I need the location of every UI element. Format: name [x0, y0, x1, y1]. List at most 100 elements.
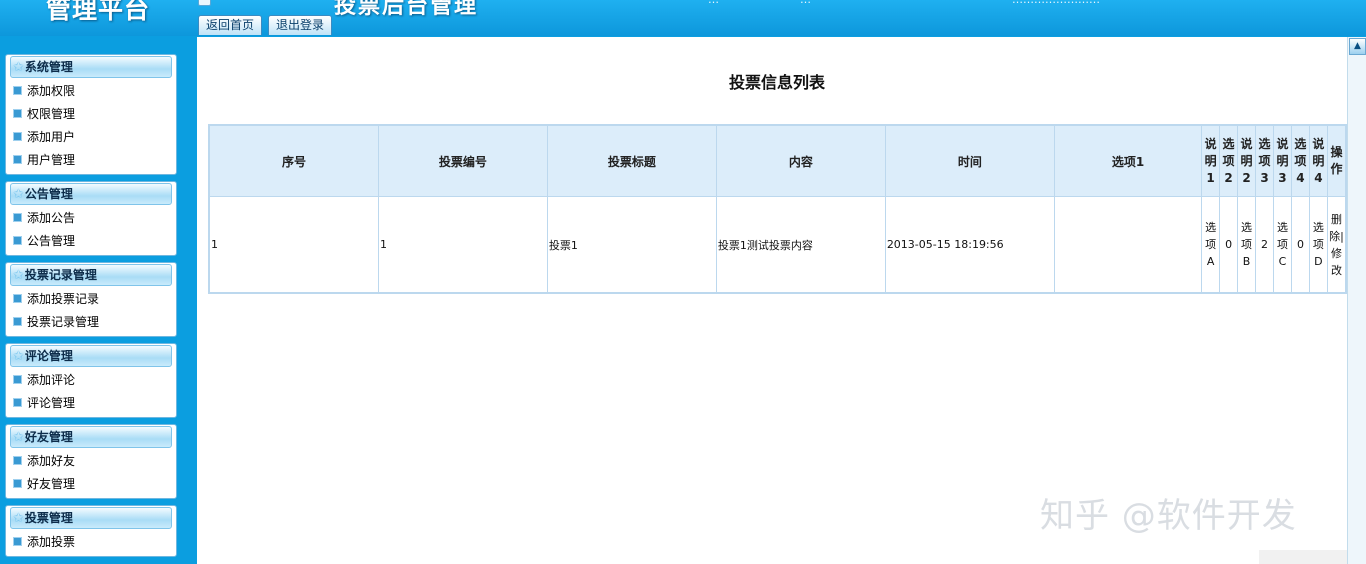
header-checkbox-icon — [198, 0, 211, 6]
cell-content: 投票1测试投票内容 — [715, 196, 886, 294]
star-icon: ✩ — [13, 511, 24, 526]
main-content: 投票信息列表 序号 投票编号 投票标题 内容 时间 选项1 说明1 选项2 说明… — [197, 37, 1347, 564]
col-header-content: 内容 — [715, 124, 886, 197]
menu-group-vote: ✩投票管理 添加投票 — [5, 505, 177, 557]
cell-time: 2013-05-15 18:19:56 — [884, 196, 1056, 294]
vertical-scrollbar[interactable]: ▲ — [1347, 37, 1366, 564]
bullet-icon — [13, 236, 22, 245]
menu-group-system: ✩系统管理 添加权限 权限管理 添加用户 用户管理 — [5, 54, 177, 175]
cell-option2: 0 — [1219, 196, 1239, 294]
menu-head-notice[interactable]: ✩公告管理 — [10, 183, 172, 205]
menu-item-label: 评论管理 — [27, 396, 76, 410]
menu-item-vote-record-manage[interactable]: 投票记录管理 — [6, 311, 176, 334]
col-header-option2: 选项2 — [1219, 124, 1239, 197]
edit-link[interactable]: 修改 — [1331, 247, 1342, 277]
table-header-row: 序号 投票编号 投票标题 内容 时间 选项1 说明1 选项2 说明2 选项3 说… — [208, 124, 1347, 197]
page-title: 投票信息列表 — [728, 73, 825, 92]
bullet-icon — [13, 86, 22, 95]
bullet-icon — [13, 294, 22, 303]
menu-head-vote[interactable]: ✩投票管理 — [10, 507, 172, 529]
col-header-desc4: 说明4 — [1308, 124, 1328, 197]
col-header-desc3: 说明3 — [1272, 124, 1292, 197]
menu-item-label: 添加投票记录 — [27, 292, 100, 306]
col-header-option1: 选项1 — [1054, 124, 1203, 197]
menu-head-label: 投票管理 — [24, 511, 73, 525]
menu-item-label: 好友管理 — [27, 477, 76, 491]
col-header-vote-no: 投票编号 — [377, 124, 548, 197]
bullet-icon — [13, 155, 22, 164]
system-title: 投票后台管理 — [334, 0, 479, 19]
menu-item-label: 用户管理 — [27, 153, 76, 167]
menu-item-comment-manage[interactable]: 评论管理 — [6, 392, 176, 415]
menu-group-vote-record: ✩投票记录管理 添加投票记录 投票记录管理 — [5, 262, 177, 337]
bullet-icon — [13, 317, 22, 326]
cell-desc4: 选项D — [1308, 196, 1328, 294]
sidebar: ✩系统管理 添加权限 权限管理 添加用户 用户管理 ✩公告管理 添加公告 公告管… — [5, 54, 177, 563]
menu-item-add-vote-record[interactable]: 添加投票记录 — [6, 288, 176, 311]
menu-item-label: 添加好友 — [27, 454, 76, 468]
col-header-vote-title: 投票标题 — [546, 124, 717, 197]
cell-desc1: 选项A — [1201, 196, 1221, 294]
platform-logo: 管理平台 — [46, 0, 151, 24]
menu-head-friend[interactable]: ✩好友管理 — [10, 426, 172, 448]
menu-item-add-notice[interactable]: 添加公告 — [6, 207, 176, 230]
scroll-up-arrow-icon[interactable]: ▲ — [1349, 38, 1366, 55]
menu-item-notice-manage[interactable]: 公告管理 — [6, 230, 176, 253]
menu-head-vote-record[interactable]: ✩投票记录管理 — [10, 264, 172, 286]
bullet-icon — [13, 398, 22, 407]
watermark: 知乎 @软件开发 — [1040, 496, 1297, 536]
menu-item-label: 公告管理 — [27, 234, 76, 248]
col-header-desc1: 说明1 — [1201, 124, 1221, 197]
cell-option1 — [1054, 196, 1203, 294]
bullet-icon — [13, 375, 22, 384]
menu-head-label: 好友管理 — [24, 430, 73, 444]
back-home-tab[interactable]: 返回首页 — [198, 15, 263, 35]
menu-item-permission-manage[interactable]: 权限管理 — [6, 103, 176, 126]
table-row: 1 1 投票1 投票1测试投票内容 2013-05-15 18:19:56 选项… — [208, 196, 1347, 294]
star-icon: ✩ — [13, 430, 24, 445]
menu-item-label: 投票记录管理 — [27, 315, 100, 329]
menu-item-add-permission[interactable]: 添加权限 — [6, 80, 176, 103]
star-icon: ✩ — [13, 268, 24, 283]
menu-item-label: 添加权限 — [27, 84, 76, 98]
menu-head-label: 公告管理 — [24, 187, 73, 201]
menu-item-friend-manage[interactable]: 好友管理 — [6, 473, 176, 496]
corner-panel — [1259, 550, 1347, 564]
header-info-3: …………………… — [1012, 0, 1100, 6]
col-header-index: 序号 — [208, 124, 379, 197]
col-header-actions: 操作 — [1326, 124, 1347, 197]
bullet-icon — [13, 213, 22, 222]
star-icon: ✩ — [13, 60, 24, 75]
menu-item-add-user[interactable]: 添加用户 — [6, 126, 176, 149]
star-icon: ✩ — [13, 187, 24, 202]
top-header: 管理平台 投票后台管理 … … …………………… 返回首页 退出登录 — [0, 0, 1366, 36]
menu-item-add-comment[interactable]: 添加评论 — [6, 369, 176, 392]
menu-group-friend: ✩好友管理 添加好友 好友管理 — [5, 424, 177, 499]
logout-tab[interactable]: 退出登录 — [268, 15, 333, 35]
cell-desc3: 选项C — [1272, 196, 1292, 294]
menu-head-comment[interactable]: ✩评论管理 — [10, 345, 172, 367]
menu-item-add-friend[interactable]: 添加好友 — [6, 450, 176, 473]
bullet-icon — [13, 456, 22, 465]
col-header-option4: 选项4 — [1290, 124, 1310, 197]
cell-desc2: 选项B — [1237, 196, 1257, 294]
menu-item-label: 添加用户 — [27, 130, 76, 144]
cell-option3: 2 — [1255, 196, 1274, 294]
menu-item-label: 添加公告 — [27, 211, 76, 225]
cell-option4: 0 — [1290, 196, 1310, 294]
menu-head-label: 系统管理 — [24, 60, 73, 74]
menu-head-system[interactable]: ✩系统管理 — [10, 56, 172, 78]
menu-item-add-vote[interactable]: 添加投票 — [6, 531, 176, 554]
menu-group-comment: ✩评论管理 添加评论 评论管理 — [5, 343, 177, 418]
col-header-time: 时间 — [884, 124, 1056, 197]
cell-index: 1 — [208, 196, 379, 294]
menu-head-label: 投票记录管理 — [24, 268, 97, 282]
cell-vote-title: 投票1 — [546, 196, 717, 294]
cell-actions: 删除|修改 — [1326, 196, 1347, 294]
menu-item-label: 添加评论 — [27, 373, 76, 387]
cell-vote-no: 1 — [377, 196, 548, 294]
menu-item-user-manage[interactable]: 用户管理 — [6, 149, 176, 172]
star-icon: ✩ — [13, 349, 24, 364]
menu-group-notice: ✩公告管理 添加公告 公告管理 — [5, 181, 177, 256]
vote-table: 序号 投票编号 投票标题 内容 时间 选项1 说明1 选项2 说明2 选项3 说… — [208, 124, 1347, 294]
